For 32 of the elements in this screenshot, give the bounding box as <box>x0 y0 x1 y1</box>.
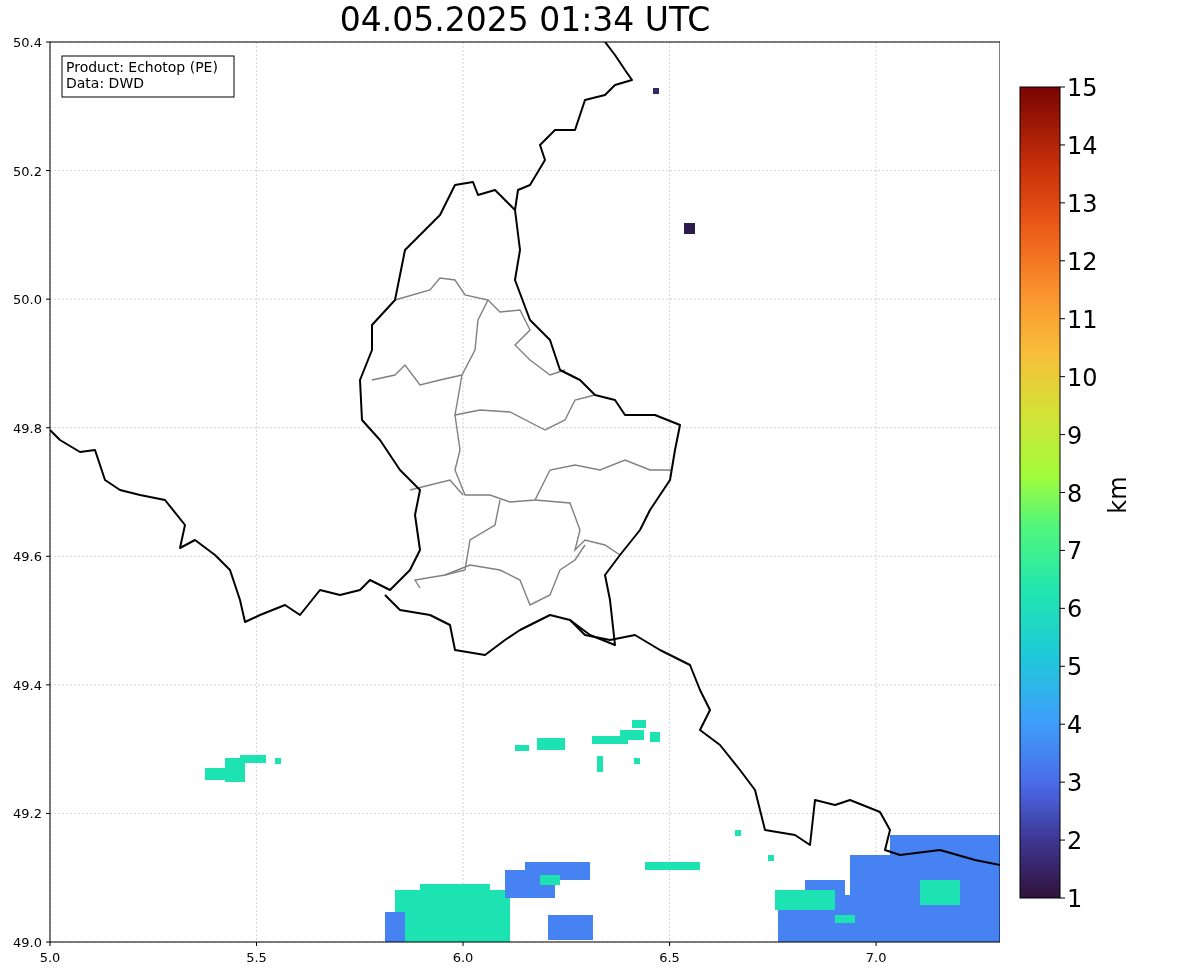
axis-tick-label: 6.5 <box>659 950 680 965</box>
colorbar-tick-label: 14 <box>1067 131 1098 160</box>
colorbar-label: km <box>1104 476 1132 514</box>
colorbar-tick-label: 9 <box>1067 421 1083 450</box>
info-text: Product: Echotop (PE) <box>66 59 218 75</box>
colorbar-tick-label: 3 <box>1067 769 1083 798</box>
axis-tick-label: 50.0 <box>13 292 42 308</box>
chart-title: 04.05.2025 01:34 UTC <box>339 0 711 34</box>
colorbar-tick-label: 12 <box>1067 247 1098 276</box>
colorbar-tick-label: 5 <box>1067 653 1083 682</box>
axis-tick-label: 49.8 <box>13 420 42 436</box>
axis-tick-label: 49.6 <box>13 549 42 565</box>
axis-tick-label: 7.0 <box>865 950 887 965</box>
colorbar-tick-label: 1 <box>1067 885 1083 913</box>
axis-tick-label: 50.4 <box>13 35 42 50</box>
colorbar-tick-label: 4 <box>1067 711 1083 740</box>
axis-tick-label: 5.5 <box>246 950 267 965</box>
axis-tick-label: 49.2 <box>13 806 42 822</box>
colorbar-tick-label: 8 <box>1067 479 1083 508</box>
axis-tick-label: 6.0 <box>452 950 474 965</box>
axis-tick-label: 49.0 <box>13 935 42 950</box>
colorbar-tick-label: 6 <box>1067 595 1083 624</box>
colorbar-tick-label: 2 <box>1067 827 1083 856</box>
colorbar-tick-label: 7 <box>1067 537 1083 566</box>
axis-tick-label: 49.4 <box>13 677 42 693</box>
info-text: Data: DWD <box>66 75 144 91</box>
axis-tick-label: 5.0 <box>39 950 61 965</box>
colorbar-tick-label: 10 <box>1067 363 1098 392</box>
colorbar-tick-label: 13 <box>1067 189 1098 218</box>
colorbar-tick-label: 15 <box>1067 74 1098 102</box>
axis-tick-label: 50.2 <box>13 163 42 179</box>
colorbar-tick-label: 11 <box>1067 305 1098 334</box>
